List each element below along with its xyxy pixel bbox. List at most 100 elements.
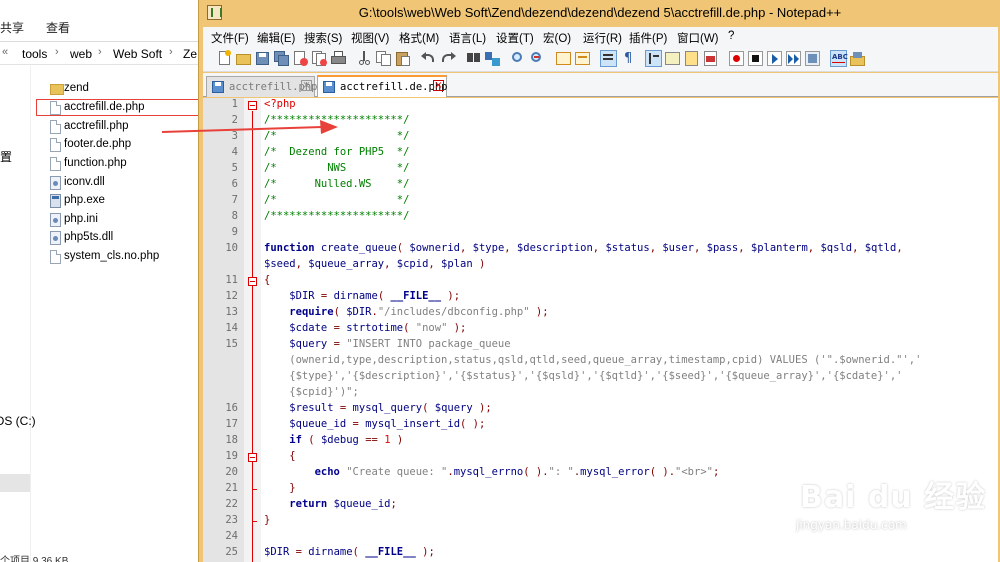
code-line[interactable]: $query = "INSERT INTO package_queue: [264, 338, 510, 350]
code-line[interactable]: $seed, $queue_array, $cpid, $plan ): [264, 258, 485, 270]
code-line[interactable]: {: [264, 450, 295, 462]
close-all-icon[interactable]: [311, 50, 328, 67]
menu-language[interactable]: 语言(L): [449, 30, 486, 46]
code-line[interactable]: echo "Create queue: ".mysql_errno( ).": …: [264, 466, 720, 478]
ribbon-tab-view[interactable]: 查看: [46, 19, 70, 36]
nav-item-drive-c[interactable]: OS (C:): [0, 414, 36, 428]
doc-map-icon[interactable]: [683, 50, 700, 67]
code-line[interactable]: /* Nulled.WS */: [264, 178, 409, 190]
paste-icon[interactable]: [394, 50, 411, 67]
file-list-item[interactable]: php.ini: [48, 211, 196, 229]
menu-window[interactable]: 窗口(W): [677, 30, 719, 46]
code-line[interactable]: {$type}','{$description}','{$status}','{…: [264, 370, 902, 382]
new-file-icon[interactable]: [216, 50, 233, 67]
code-line[interactable]: $DIR = dirname( __FILE__ );: [264, 290, 460, 302]
ini-file-icon: [50, 213, 61, 227]
menu-run[interactable]: 运行(R): [583, 30, 622, 46]
code-line[interactable]: /* Dezend for PHP5 */: [264, 146, 409, 158]
menu-file[interactable]: 文件(F): [211, 30, 249, 46]
status-bar-text: 个项目 9.36 KB: [0, 556, 69, 562]
code-line[interactable]: }: [264, 514, 270, 526]
code-line[interactable]: $queue_id = mysql_insert_id( );: [264, 418, 485, 430]
tab-close-icon[interactable]: ×: [301, 80, 312, 91]
save-all-icon[interactable]: [273, 50, 290, 67]
file-list-item[interactable]: php.exe: [48, 192, 196, 210]
code-line[interactable]: {$cpid}')";: [264, 386, 359, 398]
run-macro-multiple-icon[interactable]: [785, 50, 802, 67]
print-icon[interactable]: [330, 50, 347, 67]
code-line[interactable]: $DIR = dirname( __FILE__ );: [264, 546, 435, 558]
title-bar[interactable]: G:\tools\web\Web Soft\Zend\dezend\dezend…: [199, 0, 1000, 26]
file-list-item[interactable]: php5ts.dll: [48, 229, 196, 247]
menu-settings[interactable]: 设置(T): [496, 30, 534, 46]
code-line[interactable]: $cdate = strtotime( "now" );: [264, 322, 466, 334]
code-line[interactable]: /* */: [264, 194, 409, 206]
show-all-chars-icon[interactable]: ¶: [619, 50, 636, 67]
word-wrap-icon[interactable]: [600, 50, 617, 67]
fold-toggle-icon[interactable]: [248, 277, 257, 286]
menu-macro[interactable]: 宏(O): [543, 30, 571, 46]
zoom-out-icon[interactable]: [529, 50, 546, 67]
code-line[interactable]: function create_queue( $ownerid, $type, …: [264, 242, 903, 254]
code-line[interactable]: if ( $debug == 1 ): [264, 434, 403, 446]
extra-icon[interactable]: [849, 50, 866, 67]
sync-horizontal-icon[interactable]: [574, 50, 591, 67]
find-icon[interactable]: [465, 50, 482, 67]
code-line[interactable]: <?php: [264, 98, 296, 110]
replace-icon[interactable]: [484, 50, 501, 67]
breadcrumb-web-soft[interactable]: Web Soft: [113, 47, 162, 61]
zoom-in-icon[interactable]: [510, 50, 527, 67]
indent-guide-icon[interactable]: [645, 50, 662, 67]
menu-help[interactable]: ?: [728, 30, 734, 42]
copy-icon[interactable]: [375, 50, 392, 67]
menu-view[interactable]: 视图(V): [351, 30, 389, 46]
line-number: 17: [225, 418, 238, 430]
breadcrumb-tools[interactable]: tools: [22, 47, 47, 61]
overflow-chevron-icon[interactable]: «: [2, 46, 8, 58]
ribbon-tab-share[interactable]: 共享: [0, 19, 24, 36]
save-macro-icon[interactable]: [804, 50, 821, 67]
tab-acctrefill-de-php[interactable]: acctrefill.de.php ×: [317, 75, 447, 97]
tab-acctrefill-php[interactable]: acctrefill.php ×: [206, 76, 318, 97]
file-list-item[interactable]: iconv.dll: [48, 174, 196, 192]
file-list-item[interactable]: system_cls.no.php: [48, 248, 196, 266]
file-list-item[interactable]: zend: [48, 80, 196, 98]
breadcrumb-web[interactable]: web: [70, 47, 92, 61]
spellcheck-icon[interactable]: ABC: [830, 50, 848, 67]
tab-close-icon[interactable]: ×: [433, 80, 444, 91]
undo-icon[interactable]: [420, 50, 437, 67]
code-line[interactable]: {: [264, 274, 270, 286]
code-line[interactable]: return $queue_id;: [264, 498, 397, 510]
code-line[interactable]: (ownerid,type,description,status,qsld,qt…: [264, 354, 921, 366]
code-line[interactable]: }: [264, 482, 295, 494]
menu-search[interactable]: 搜索(S): [304, 30, 342, 46]
play-macro-icon[interactable]: [766, 50, 783, 67]
redo-icon[interactable]: [439, 50, 456, 67]
file-list-item[interactable]: footer.de.php: [48, 136, 196, 154]
stop-macro-icon[interactable]: [747, 50, 764, 67]
function-list-icon[interactable]: [702, 50, 719, 67]
open-file-icon[interactable]: [235, 50, 252, 67]
menu-format[interactable]: 格式(M): [399, 30, 439, 46]
file-list-item[interactable]: function.php: [48, 155, 196, 173]
close-icon[interactable]: [292, 50, 309, 67]
cut-icon[interactable]: [356, 50, 373, 67]
address-bar[interactable]: « tools › web › Web Soft › Ze: [0, 43, 198, 65]
menu-plugins[interactable]: 插件(P): [629, 30, 667, 46]
record-macro-icon[interactable]: [728, 50, 745, 67]
fold-toggle-icon[interactable]: [248, 101, 257, 110]
menu-edit[interactable]: 编辑(E): [257, 30, 295, 46]
code-line[interactable]: /* NWS */: [264, 162, 409, 174]
breadcrumb-separator-icon: ›: [169, 46, 173, 58]
user-lang-icon[interactable]: [664, 50, 681, 67]
code-line[interactable]: /*********************/: [264, 210, 409, 222]
breadcrumb-zend[interactable]: Ze: [183, 47, 197, 61]
nav-item[interactable]: 置: [0, 148, 12, 165]
code-line[interactable]: $result = mysql_query( $query );: [264, 402, 491, 414]
fold-toggle-icon[interactable]: [248, 453, 257, 462]
php-file-icon: [50, 250, 61, 264]
sync-vertical-icon[interactable]: [555, 50, 572, 67]
selection-highlight-box: [36, 99, 198, 116]
code-line[interactable]: require( $DIR."/includes/dbconfig.php" )…: [264, 306, 548, 318]
save-icon[interactable]: [254, 50, 271, 67]
